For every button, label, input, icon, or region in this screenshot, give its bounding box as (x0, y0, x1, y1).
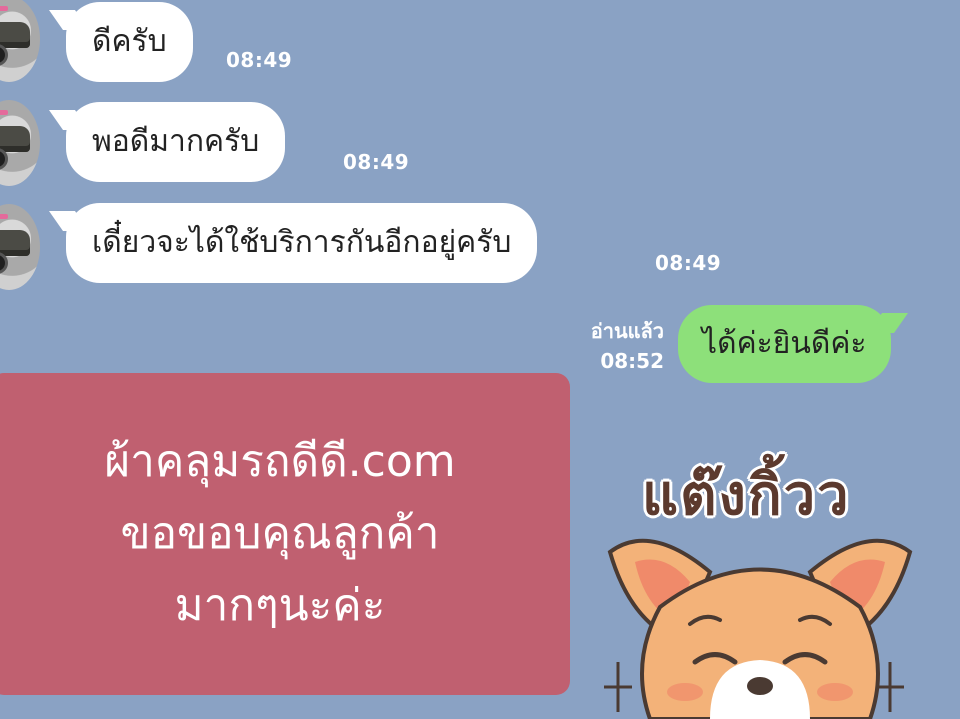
message-text: ดีครับ (92, 24, 167, 59)
message-time: 08:52 (600, 349, 664, 373)
message-text: ได้ค่ะยินดีค่ะ (702, 326, 867, 361)
incoming-message-bubble[interactable]: เดี๋ยวจะได้ใช้บริการกันอีกอยู่ครับ (66, 203, 538, 283)
contact-avatar[interactable] (0, 0, 40, 82)
promo-image-card[interactable]: ผ้าคลุมรถดีดี.com ขอขอบคุณลูกค้า มากๆนะค… (0, 373, 570, 695)
read-status: อ่านแล้ว (590, 319, 664, 343)
contact-avatar[interactable] (0, 204, 40, 290)
message-time: 08:49 (655, 251, 722, 275)
message-text: เดี๋ยวจะได้ใช้บริการกันอีกอยู่ครับ (92, 225, 512, 260)
message-time: 08:49 (226, 48, 293, 72)
promo-line-2: ขอขอบคุณลูกค้า (120, 508, 440, 559)
smiling-dog-sticker-icon[interactable] (590, 512, 930, 719)
contact-avatar[interactable] (0, 100, 40, 186)
car-image (0, 126, 30, 152)
car-image (0, 230, 30, 256)
incoming-message-bubble[interactable]: ดีครับ (66, 2, 193, 82)
message-text: พอดีมากครับ (92, 124, 260, 159)
incoming-message-bubble[interactable]: พอดีมากครับ (66, 102, 286, 182)
avatar-watermark (0, 214, 8, 219)
avatar-watermark (0, 6, 8, 11)
read-receipt: อ่านแล้ว 08:52 (560, 316, 664, 376)
promo-line-1: ผ้าคลุมรถดีดี.com (104, 436, 456, 487)
message-time: 08:49 (343, 150, 410, 174)
outgoing-message-bubble[interactable]: ได้ค่ะยินดีค่ะ (678, 305, 891, 383)
car-image (0, 22, 30, 48)
avatar-watermark (0, 110, 8, 115)
promo-line-3: มากๆนะค่ะ (174, 580, 386, 631)
